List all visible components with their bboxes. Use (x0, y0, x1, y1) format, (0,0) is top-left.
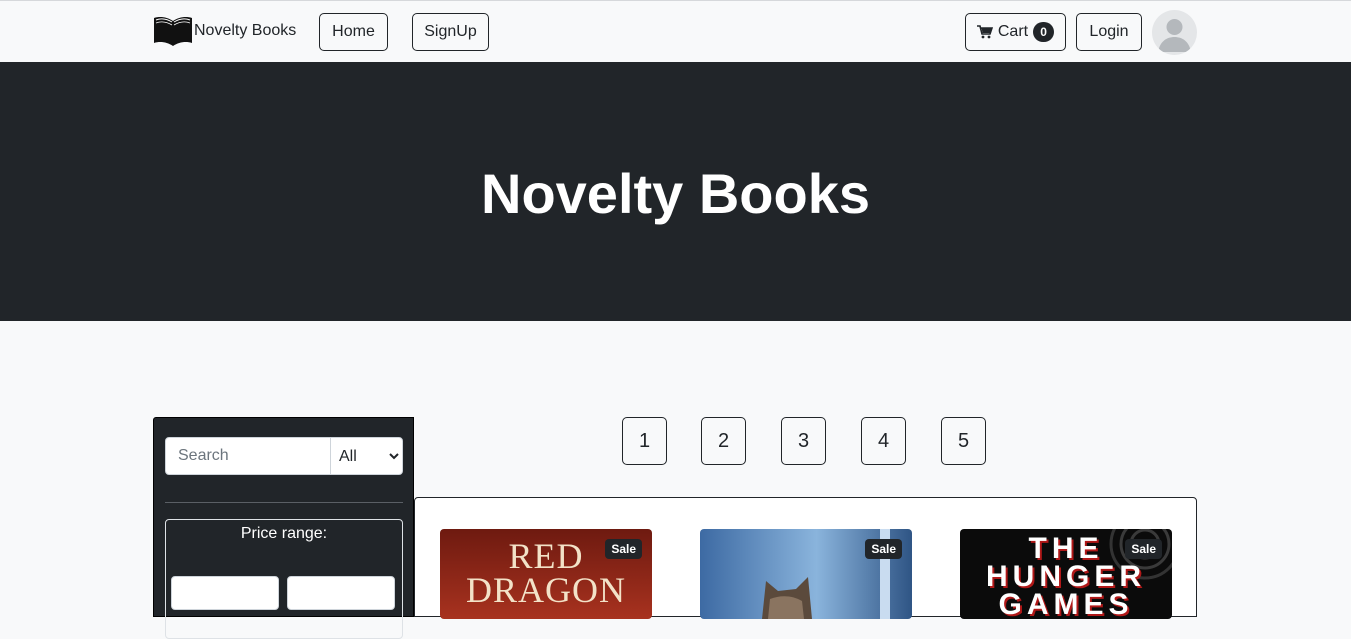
page-button-5[interactable]: 5 (941, 417, 986, 465)
brand-link[interactable]: Novelty Books (153, 14, 296, 48)
login-button[interactable]: Login (1076, 13, 1142, 51)
search-input[interactable] (165, 437, 331, 475)
hero-title: Novelty Books (481, 162, 870, 225)
cart-label: Cart (997, 23, 1029, 40)
hero-banner: Novelty Books (0, 62, 1351, 321)
avatar[interactable] (1152, 10, 1197, 55)
product-card[interactable]: Sale (700, 529, 912, 619)
product-card[interactable]: RED DRAGON Sale (440, 529, 652, 619)
sale-badge: Sale (1125, 539, 1162, 559)
navbar: Novelty Books Home SignUp Cart 0 Login (0, 1, 1351, 62)
page-button-2[interactable]: 2 (701, 417, 746, 465)
sale-badge: Sale (865, 539, 902, 559)
sale-badge: Sale (605, 539, 642, 559)
price-range-label: Price range: (240, 525, 328, 542)
cart-count-badge: 0 (1033, 22, 1055, 42)
page-button-1[interactable]: 1 (622, 417, 667, 465)
page-button-3[interactable]: 3 (781, 417, 826, 465)
sidebar-divider (165, 502, 403, 503)
home-button[interactable]: Home (319, 13, 388, 51)
product-card[interactable]: THE HUNGER GAMES Sale (960, 529, 1172, 619)
product-grid: RED DRAGON Sale Sale THE HUNGER GAMES Sa… (414, 497, 1197, 619)
open-book-icon (154, 17, 192, 46)
filter-sidebar: All Price range: (153, 417, 414, 639)
price-max-input[interactable] (287, 576, 395, 610)
price-min-input[interactable] (171, 576, 279, 610)
category-select[interactable]: All (330, 437, 403, 475)
cart-button[interactable]: Cart 0 (965, 13, 1066, 51)
signup-button[interactable]: SignUp (412, 13, 489, 51)
page-button-4[interactable]: 4 (861, 417, 906, 465)
cart-icon (976, 25, 993, 39)
price-range-box: Price range: (165, 519, 403, 639)
brand-name: Novelty Books (194, 22, 297, 39)
user-silhouette-icon (1158, 19, 1191, 52)
